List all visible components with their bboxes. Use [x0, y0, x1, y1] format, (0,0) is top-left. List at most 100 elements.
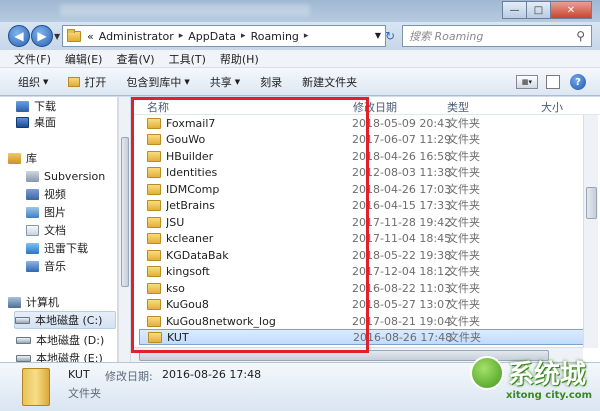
table-row[interactable]: JetBrains 2016-04-15 17:33 文件夹 — [139, 197, 584, 213]
search-input[interactable]: 搜索 Roaming ⚲ — [402, 25, 592, 47]
table-row[interactable]: kcleaner 2017-11-04 18:45 文件夹 — [139, 230, 584, 246]
chevron-right-icon[interactable]: ▸ — [304, 31, 309, 41]
sidebar-item-desktop[interactable]: 桌面 — [16, 113, 56, 131]
menu-bar: 文件(F) 编辑(E) 查看(V) 工具(T) 帮助(H) — [0, 50, 600, 68]
table-row[interactable]: kso 2016-08-22 11:03 文件夹 — [139, 280, 584, 296]
breadcrumb-appdata[interactable]: AppData — [188, 30, 236, 43]
back-button[interactable]: ◀ — [8, 25, 30, 47]
file-type: 文件夹 — [447, 150, 480, 163]
organize-button[interactable]: 组织 ▼ — [18, 74, 48, 90]
include-in-library-button[interactable]: 包含到库中 ▼ — [126, 74, 189, 90]
scrollbar-thumb[interactable] — [121, 137, 129, 287]
file-name: JetBrains — [166, 198, 215, 212]
open-button[interactable]: 打开 — [68, 74, 106, 90]
share-button[interactable]: 共享 ▼ — [210, 74, 240, 90]
drive-icon — [16, 336, 31, 344]
file-list-vertical-scrollbar[interactable] — [583, 115, 598, 348]
preview-pane-icon[interactable] — [546, 75, 560, 89]
column-date-modified[interactable]: 修改日期 — [353, 99, 397, 115]
address-bar[interactable]: « Administrator ▸ AppData ▸ Roaming ▸ ▼ — [62, 25, 386, 47]
file-date: 2017-08-21 19:04 — [352, 314, 452, 328]
menu-edit[interactable]: 编辑(E) — [65, 51, 103, 67]
search-icon[interactable]: ⚲ — [576, 29, 585, 43]
table-row[interactable]: HBuilder 2018-04-26 16:58 文件夹 — [139, 148, 584, 164]
close-button[interactable]: ✕ — [550, 1, 592, 19]
chevron-right-icon[interactable]: ▸ — [179, 31, 184, 41]
navigation-scrollbar[interactable] — [118, 97, 130, 362]
navigation-bar: ◀ ▶ ▼ « Administrator ▸ AppData ▸ Roamin… — [0, 22, 600, 50]
table-row[interactable]: JSU 2017-11-28 19:42 文件夹 — [139, 214, 584, 230]
sidebar-item-pictures[interactable]: 图片 — [26, 203, 66, 221]
breadcrumb-administrator[interactable]: Administrator — [99, 30, 174, 43]
sidebar-item-music[interactable]: 音乐 — [26, 257, 66, 275]
burn-label: 刻录 — [260, 75, 283, 89]
menu-file[interactable]: 文件(F) — [14, 51, 51, 67]
table-row[interactable]: kingsoft 2017-12-04 18:12 文件夹 — [139, 263, 584, 279]
file-type: 文件夹 — [447, 282, 480, 295]
sidebar-item-subversion[interactable]: Subversion — [26, 167, 105, 185]
watermark-text: 系统城 — [508, 360, 587, 390]
table-row-selected[interactable]: KUT 2016-08-26 17:48 文件夹 — [139, 329, 584, 345]
file-type: 文件夹 — [447, 265, 480, 278]
library-icon — [8, 152, 21, 164]
file-date: 2018-04-26 17:03 — [352, 182, 452, 196]
change-view-icon[interactable]: ▦▾ — [516, 75, 538, 89]
maximize-button[interactable]: □ — [526, 1, 551, 19]
folder-icon — [147, 183, 161, 195]
sidebar-item-label: 本地磁盘 (C:) — [35, 314, 103, 327]
menu-view[interactable]: 查看(V) — [116, 51, 154, 67]
file-type: 文件夹 — [447, 166, 480, 179]
burn-button[interactable]: 刻录 — [260, 74, 282, 90]
table-row[interactable]: IDMComp 2018-04-26 17:03 文件夹 — [139, 181, 584, 197]
column-type[interactable]: 类型 — [447, 99, 469, 115]
breadcrumb-roaming[interactable]: Roaming — [251, 30, 299, 43]
table-row[interactable]: KuGou8network_log 2017-08-21 19:04 文件夹 — [139, 313, 584, 329]
recent-pages-dropdown-icon[interactable]: ▼ — [54, 32, 60, 41]
sidebar-item-thunder-downloads[interactable]: 迅雷下载 — [26, 239, 88, 257]
minimize-button[interactable]: — — [502, 1, 527, 19]
table-row[interactable]: KGDataBak 2018-05-22 19:38 文件夹 — [139, 247, 584, 263]
sidebar-item-drive-e[interactable]: 本地磁盘 (E:) — [16, 349, 103, 362]
column-name[interactable]: 名称 — [147, 99, 169, 115]
sidebar-item-videos[interactable]: 视频 — [26, 185, 66, 203]
folder-icon — [147, 117, 161, 129]
table-row[interactable]: Foxmail7 2018-05-09 20:43 文件夹 — [139, 115, 584, 131]
menu-help[interactable]: 帮助(H) — [220, 51, 259, 67]
file-name: HBuilder — [166, 149, 214, 163]
folder-icon — [147, 199, 161, 211]
folder-icon — [147, 232, 161, 244]
help-icon[interactable]: ? — [570, 74, 586, 90]
scrollbar-thumb[interactable] — [586, 187, 597, 219]
new-folder-label: 新建文件夹 — [302, 75, 358, 89]
file-type: 文件夹 — [447, 183, 480, 196]
new-folder-button[interactable]: 新建文件夹 — [302, 74, 357, 90]
refresh-button[interactable]: ↻ — [380, 27, 400, 45]
include-label: 包含到库中 — [126, 75, 182, 89]
folder-icon — [147, 315, 161, 327]
chevron-down-icon: ▼ — [184, 77, 190, 86]
music-icon — [26, 260, 39, 272]
forward-button[interactable]: ▶ — [31, 25, 53, 47]
sidebar-item-libraries[interactable]: 库 — [8, 149, 37, 167]
sidebar-item-drive-c[interactable]: 本地磁盘 (C:) — [14, 311, 116, 329]
file-date: 2016-08-26 17:48 — [353, 330, 453, 344]
file-date: 2018-05-09 20:43 — [352, 116, 452, 130]
column-size[interactable]: 大小 — [541, 99, 563, 115]
folder-icon — [147, 298, 161, 310]
table-row[interactable]: Identities 2012-08-03 11:38 文件夹 — [139, 164, 584, 180]
file-type: 文件夹 — [447, 199, 480, 212]
breadcrumb-overflow[interactable]: « — [87, 30, 94, 43]
table-row[interactable]: GouWo 2017-06-07 11:29 文件夹 — [139, 131, 584, 147]
sidebar-item-computer[interactable]: 计算机 — [8, 293, 59, 311]
open-label: 打开 — [84, 75, 107, 89]
sidebar-item-drive-d[interactable]: 本地磁盘 (D:) — [16, 331, 104, 349]
chevron-right-icon[interactable]: ▸ — [241, 31, 246, 41]
folder-icon — [147, 133, 161, 145]
table-row[interactable]: KuGou8 2018-05-27 13:07 文件夹 — [139, 296, 584, 312]
sidebar-item-documents[interactable]: 文档 — [26, 221, 66, 239]
search-placeholder: 搜索 Roaming — [409, 30, 484, 43]
file-date: 2016-08-22 11:03 — [352, 281, 452, 295]
view-controls: ▦▾ ? — [516, 74, 586, 90]
file-name: kcleaner — [166, 231, 214, 245]
menu-tools[interactable]: 工具(T) — [169, 51, 206, 67]
